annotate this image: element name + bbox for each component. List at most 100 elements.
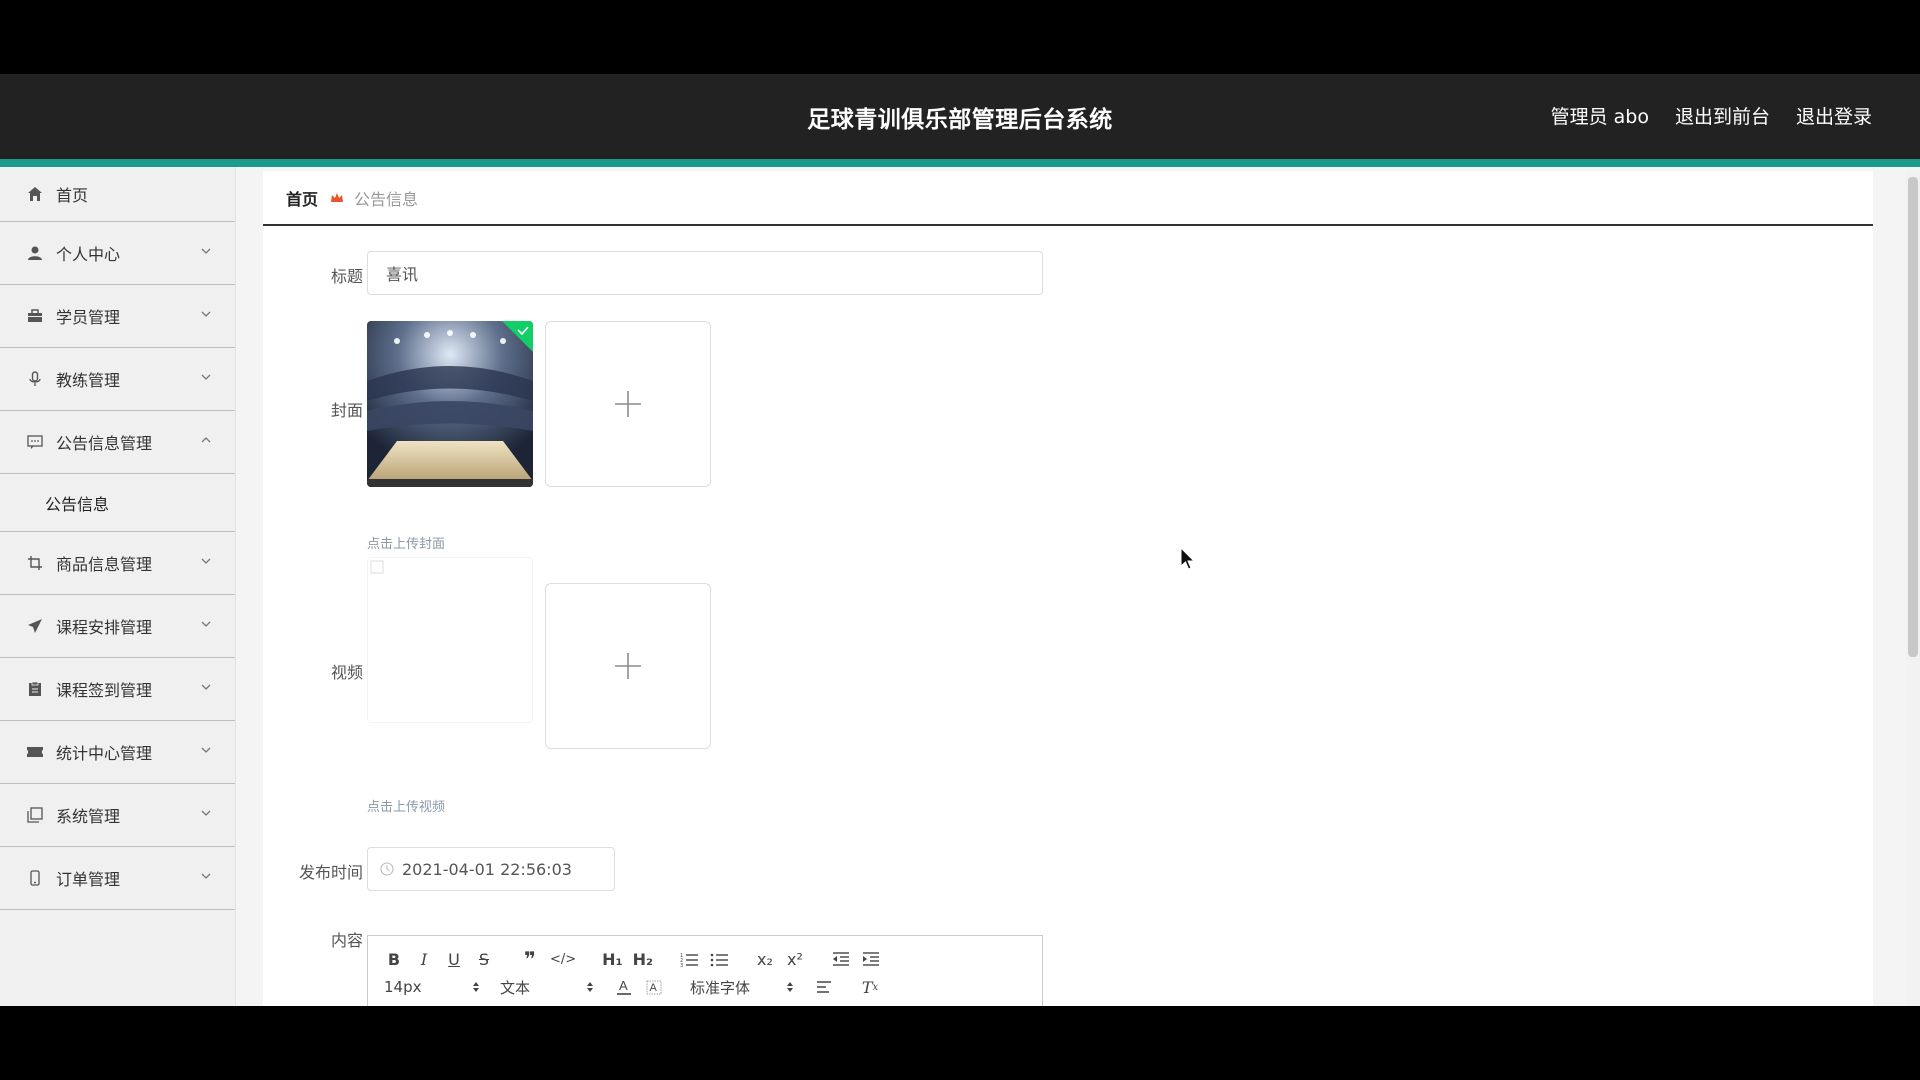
select-arrows-icon: [587, 982, 593, 992]
plus-icon: [615, 653, 641, 679]
subscript-icon[interactable]: x₂: [755, 948, 775, 970]
exit-to-frontend-link[interactable]: 退出到前台: [1675, 102, 1770, 129]
ordered-list-icon[interactable]: 123: [679, 948, 699, 970]
sidebar-subitem-label: 公告信息: [45, 494, 110, 514]
microphone-icon: [26, 370, 44, 388]
admin-user-link[interactable]: 管理员 abo: [1551, 102, 1649, 129]
font-size-select[interactable]: 14px: [384, 978, 480, 996]
chevron-down-icon: [201, 248, 211, 254]
sidebar-item-course-schedule[interactable]: 课程安排管理: [0, 595, 235, 658]
cover-upload-button[interactable]: [545, 321, 711, 487]
strikethrough-icon[interactable]: S: [474, 948, 494, 970]
title-label: 标题: [330, 267, 363, 286]
chevron-down-icon: [201, 621, 211, 627]
sidebar-item-personal-center[interactable]: 个人中心: [0, 222, 235, 285]
font-family-select[interactable]: 标准字体: [690, 977, 794, 998]
sidebar-item-label: 系统管理: [56, 807, 121, 826]
top-header: 足球青训俱乐部管理后台系统 管理员 abo 退出到前台 退出登录: [0, 74, 1920, 159]
breadcrumb-home[interactable]: 首页: [286, 186, 318, 210]
chat-icon: [26, 433, 44, 451]
select-arrows-icon: [787, 982, 793, 992]
video-label: 视频: [330, 663, 363, 682]
sidebar-item-announcement-management[interactable]: 公告信息管理: [0, 411, 235, 474]
publish-time-input[interactable]: 2021-04-01 22:56:03: [367, 847, 615, 891]
header-1-icon[interactable]: H₁: [602, 948, 622, 970]
briefcase-icon: [26, 307, 44, 325]
sidebar-item-product-management[interactable]: 商品信息管理: [0, 532, 235, 595]
clear-format-icon[interactable]: Tx: [860, 976, 880, 998]
sidebar-item-label: 课程签到管理: [56, 681, 153, 700]
sidebar-item-student-management[interactable]: 学员管理: [0, 285, 235, 348]
chevron-down-icon: [201, 810, 211, 816]
sidebar-item-label: 课程安排管理: [56, 618, 153, 637]
select-arrows-icon: [473, 982, 479, 992]
user-icon: [26, 244, 44, 262]
italic-icon[interactable]: I: [414, 948, 434, 970]
sidebar-subitem-announcement-info[interactable]: 公告信息: [0, 474, 235, 532]
breadcrumb-current: 公告信息: [354, 189, 419, 209]
content-label: 内容: [330, 931, 363, 950]
rich-text-editor: B I U S ❞ </> H₁ H₂ 123 x₂ x² 14px 文本 A …: [367, 935, 1043, 1006]
app-body: 首页 个人中心 学员管理 教练管理 公告信息管理 公告信息 商品信息管理 课程安…: [0, 167, 1920, 1006]
svg-text:3: 3: [680, 963, 683, 967]
crown-icon: [331, 192, 344, 202]
logout-link[interactable]: 退出登录: [1796, 102, 1872, 129]
publish-time-value: 2021-04-01 22:56:03: [402, 859, 572, 879]
page-scrollbar-thumb[interactable]: [1908, 177, 1918, 657]
sidebar-item-course-checkin[interactable]: 课程签到管理: [0, 658, 235, 721]
font-color-icon[interactable]: A: [614, 976, 634, 998]
sidebar-item-statistics-center[interactable]: 统计中心管理: [0, 721, 235, 784]
page-scrollbar[interactable]: [1906, 171, 1920, 1006]
header-accent-bar: [0, 159, 1920, 167]
superscript-icon[interactable]: x²: [785, 948, 805, 970]
send-icon: [26, 617, 44, 635]
svg-text:A: A: [619, 978, 628, 993]
editor-toolbar-row-2: 14px 文本 A A 标准字体 T x: [384, 976, 890, 998]
crop-icon: [26, 554, 44, 572]
editor-toolbar-row-1: B I U S ❞ </> H₁ H₂ 123 x₂ x²: [384, 947, 891, 971]
align-icon[interactable]: [814, 976, 834, 998]
sidebar-item-label: 教练管理: [56, 371, 121, 390]
header-nav: 管理员 abo 退出到前台 退出登录: [1551, 102, 1872, 129]
chevron-up-icon: [201, 437, 211, 443]
sidebar-item-home[interactable]: 首页: [0, 167, 235, 222]
code-block-icon[interactable]: </>: [550, 948, 576, 970]
clock-icon: [380, 862, 394, 876]
outdent-icon[interactable]: [831, 948, 851, 970]
ticket-icon: [26, 743, 44, 761]
sidebar-item-coach-management[interactable]: 教练管理: [0, 348, 235, 411]
video-thumbnail[interactable]: [367, 557, 533, 723]
bold-icon[interactable]: B: [384, 948, 404, 970]
title-input[interactable]: [367, 251, 1043, 295]
indent-icon[interactable]: [861, 948, 881, 970]
breadcrumb: 首页 公告信息: [263, 171, 1873, 226]
broken-image-icon: [370, 560, 384, 574]
sidebar-item-system-management[interactable]: 系统管理: [0, 784, 235, 847]
sidebar-item-label: 首页: [56, 186, 89, 205]
svg-text:A: A: [650, 982, 658, 994]
block-format-select[interactable]: 文本: [500, 977, 594, 998]
sidebar-item-label: 公告信息管理: [56, 434, 153, 453]
bullet-list-icon[interactable]: [709, 948, 729, 970]
sidebar-item-label: 商品信息管理: [56, 555, 153, 574]
stadium-image: [367, 321, 533, 487]
sidebar-item-label: 订单管理: [56, 870, 121, 889]
sidebar-item-label: 个人中心: [56, 245, 121, 264]
header-2-icon[interactable]: H₂: [633, 948, 653, 970]
video-upload-button[interactable]: [545, 583, 711, 749]
blockquote-icon[interactable]: ❞: [520, 947, 540, 971]
plus-icon: [615, 391, 641, 417]
cover-label: 封面: [330, 401, 363, 420]
sidebar-item-order-management[interactable]: 订单管理: [0, 847, 235, 910]
background-color-icon[interactable]: A: [644, 976, 664, 998]
chevron-down-icon: [201, 374, 211, 380]
mouse-cursor-icon: [1180, 547, 1196, 570]
sidebar: 首页 个人中心 学员管理 教练管理 公告信息管理 公告信息 商品信息管理 课程安…: [0, 167, 236, 1006]
cover-upload-hint: 点击上传封面: [367, 537, 446, 552]
sidebar-item-label: 学员管理: [56, 308, 121, 327]
sidebar-item-label: 统计中心管理: [56, 744, 153, 763]
clipboard-icon: [26, 680, 44, 698]
underline-icon[interactable]: U: [444, 948, 464, 970]
cover-thumbnail[interactable]: [367, 321, 533, 487]
main-content: 首页 公告信息 标题 封面: [263, 171, 1873, 1006]
